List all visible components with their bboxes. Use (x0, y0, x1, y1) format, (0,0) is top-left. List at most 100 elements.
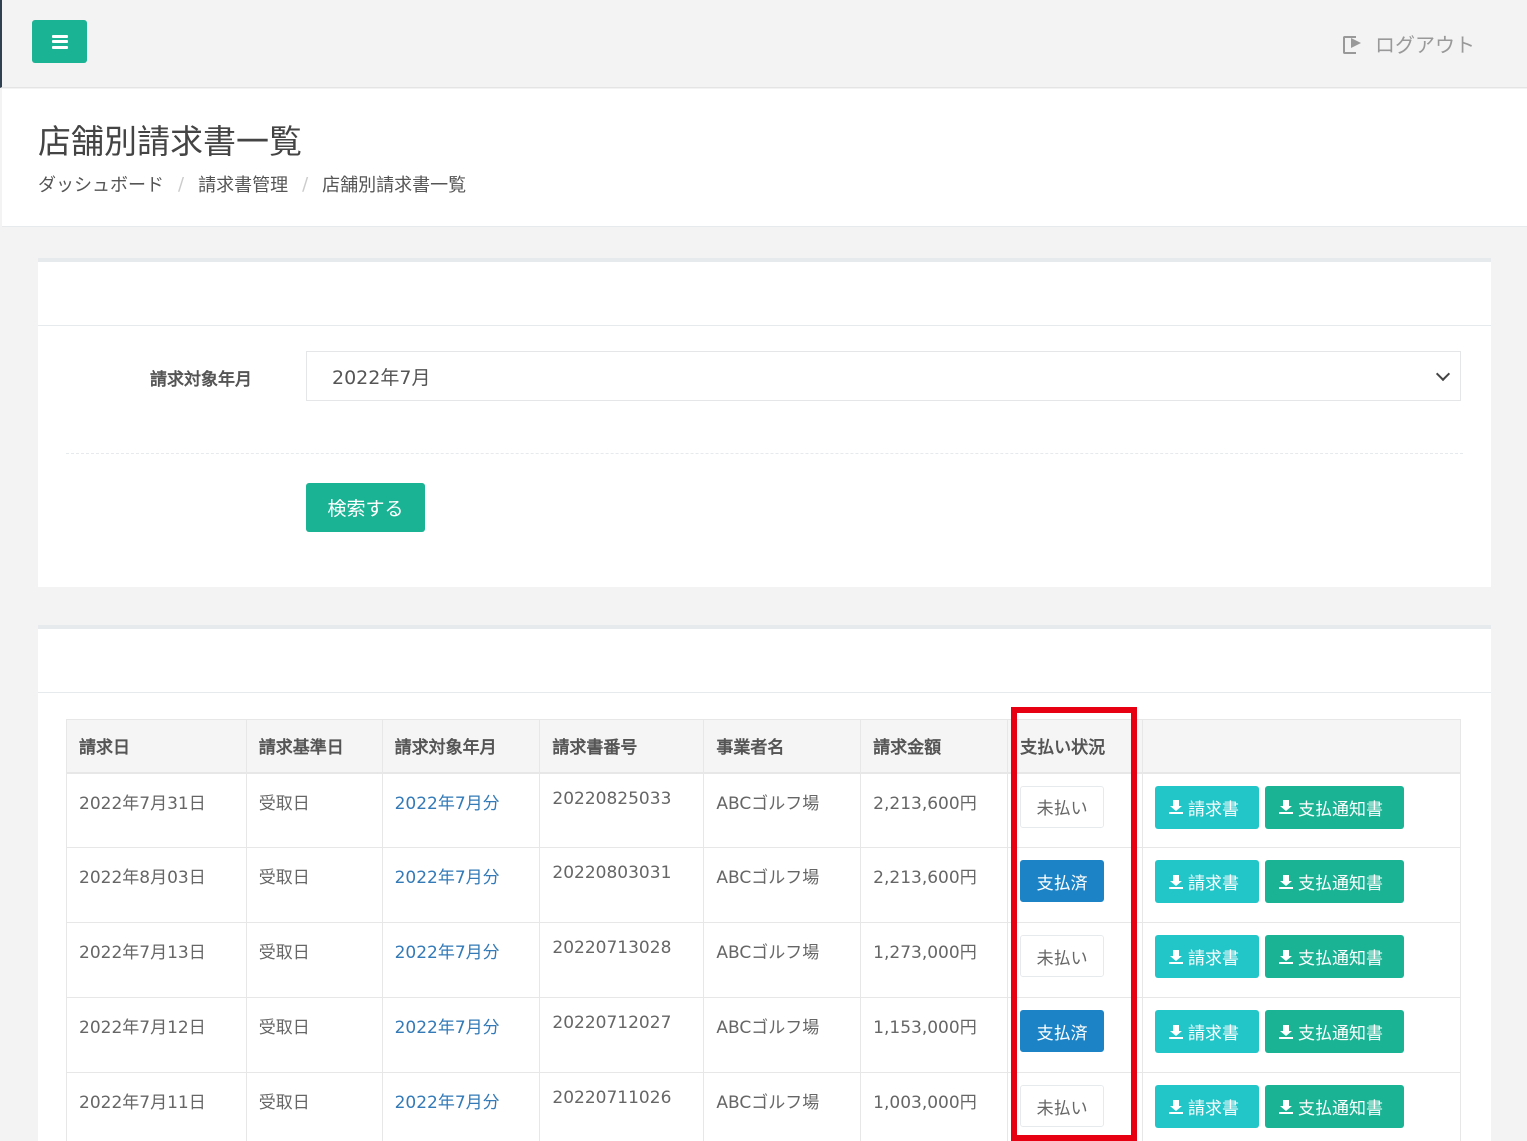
status-cell: 支払済 (1007, 847, 1144, 923)
search-panel: 請求対象年月 2022年7月 検索する (38, 258, 1491, 587)
download-icon (1279, 800, 1294, 814)
company-name: ABCゴルフ場 (703, 847, 862, 923)
menu-toggle-button[interactable] (32, 20, 87, 63)
download-icon (1279, 1024, 1294, 1039)
download-invoice-button[interactable]: 請求書 (1155, 1085, 1260, 1128)
actions-cell: 請求書 支払通知書 (1142, 847, 1461, 923)
page-title: 店舗別請求書一覧 (38, 122, 302, 161)
target-month-link[interactable]: 2022年7月分 (381, 1072, 541, 1141)
download-invoice-button[interactable]: 請求書 (1155, 1010, 1260, 1053)
search-button[interactable]: 検索する (306, 483, 425, 532)
base-date: 受取日 (245, 847, 383, 923)
target-month-link[interactable]: 2022年7月分 (381, 772, 541, 848)
download-notice-button[interactable]: 支払通知書 (1265, 1010, 1405, 1053)
download-icon (1169, 874, 1184, 889)
column-header[interactable]: 請求日 (66, 719, 247, 774)
status-cell: 未払い (1007, 922, 1144, 998)
base-date: 受取日 (245, 772, 383, 848)
table-row: 2022年7月12日 受取日 2022年7月分 20220712027 ABCゴ… (66, 997, 1461, 1073)
invoice-label: 請求書 (1188, 949, 1240, 968)
target-month-link[interactable]: 2022年7月分 (381, 922, 541, 998)
invoice-date: 2022年7月11日 (66, 1072, 247, 1141)
download-invoice-button[interactable]: 請求書 (1155, 785, 1260, 829)
target-month-select[interactable]: 2022年7月 (306, 351, 1461, 401)
invoice-amount: 2,213,600円 (860, 847, 1009, 923)
status-cell: 未払い (1007, 772, 1144, 848)
column-header[interactable]: 請求金額 (860, 719, 1009, 774)
invoice-number: 20220803031 (539, 847, 705, 923)
invoice-amount: 1,153,000円 (860, 997, 1009, 1073)
payment-status-button[interactable]: 未払い (1020, 785, 1105, 828)
table-row: 2022年7月31日 受取日 2022年7月分 20220825033 ABCゴ… (66, 772, 1461, 848)
actions-cell: 請求書 支払通知書 (1142, 772, 1461, 848)
actions-cell: 請求書 支払通知書 (1142, 922, 1461, 998)
invoice-date: 2022年7月12日 (66, 997, 247, 1073)
download-icon (1169, 949, 1184, 964)
download-notice-button[interactable]: 支払通知書 (1265, 860, 1405, 903)
invoice-label: 請求書 (1188, 1099, 1240, 1118)
payment-status-button[interactable]: 支払済 (1020, 1010, 1105, 1052)
search-panel-header (38, 262, 1491, 326)
actions-cell: 請求書 支払通知書 (1142, 997, 1461, 1073)
notice-label: 支払通知書 (1298, 1024, 1384, 1043)
page-header: 店舗別請求書一覧 ダッシュボード / 請求書管理 / 店舗別請求書一覧 (2, 89, 1527, 227)
invoice-amount: 1,003,000円 (860, 1072, 1009, 1141)
hamburger-icon (51, 34, 68, 49)
chevron-down-icon (1435, 366, 1451, 382)
download-notice-button[interactable]: 支払通知書 (1265, 935, 1405, 978)
download-notice-button[interactable]: 支払通知書 (1265, 785, 1405, 829)
invoice-number: 20220825033 (539, 772, 705, 848)
column-header[interactable]: 支払い状況 (1007, 719, 1144, 774)
table-row: 2022年7月11日 受取日 2022年7月分 20220711026 ABCゴ… (66, 1072, 1461, 1141)
invoice-amount: 1,273,000円 (860, 922, 1009, 998)
download-icon (1279, 949, 1294, 964)
invoice-amount: 2,213,600円 (860, 772, 1009, 848)
target-month-link[interactable]: 2022年7月分 (381, 847, 541, 923)
notice-label: 支払通知書 (1298, 799, 1384, 819)
list-panel-header (38, 629, 1491, 693)
base-date: 受取日 (245, 922, 383, 998)
status-cell: 未払い (1007, 1072, 1144, 1141)
form-divider (66, 453, 1463, 454)
notice-label: 支払通知書 (1298, 1099, 1384, 1118)
base-date: 受取日 (245, 997, 383, 1073)
invoice-label: 請求書 (1188, 799, 1240, 819)
breadcrumb-invoice-management[interactable]: 請求書管理 (198, 171, 288, 197)
download-notice-button[interactable]: 支払通知書 (1265, 1085, 1405, 1128)
target-month-label: 請求対象年月 (150, 370, 252, 390)
invoice-list-panel: 請求日 請求基準日 請求対象年月 請求書番号 事業者名 請求金額 支払い状況 2… (38, 625, 1491, 1141)
table-row: 2022年7月13日 受取日 2022年7月分 20220713028 ABCゴ… (66, 922, 1461, 998)
download-invoice-button[interactable]: 請求書 (1155, 935, 1260, 978)
logout-label: ログアウト (1375, 32, 1475, 57)
breadcrumb-separator: / (302, 173, 309, 195)
target-month-link[interactable]: 2022年7月分 (381, 997, 541, 1073)
breadcrumb-current: 店舗別請求書一覧 (322, 175, 467, 196)
base-date: 受取日 (245, 1072, 383, 1141)
invoice-label: 請求書 (1188, 1024, 1240, 1043)
download-icon (1169, 1099, 1184, 1114)
status-cell: 支払済 (1007, 997, 1144, 1073)
download-invoice-button[interactable]: 請求書 (1155, 860, 1260, 903)
breadcrumb: ダッシュボード / 請求書管理 / 店舗別請求書一覧 (38, 171, 466, 197)
target-month-value: 2022年7月 (332, 366, 431, 389)
company-name: ABCゴルフ場 (703, 997, 862, 1073)
breadcrumb-dashboard[interactable]: ダッシュボード (38, 171, 164, 197)
notice-label: 支払通知書 (1298, 949, 1384, 968)
payment-status-button[interactable]: 支払済 (1020, 860, 1105, 902)
payment-status-button[interactable]: 未払い (1020, 935, 1105, 977)
logout-link[interactable]: ログアウト (1343, 28, 1475, 58)
sign-out-icon (1343, 34, 1363, 54)
company-name: ABCゴルフ場 (703, 772, 862, 848)
column-header[interactable]: 請求対象年月 (381, 719, 541, 774)
column-header[interactable]: 事業者名 (703, 719, 862, 774)
top-navbar: ログアウト (0, 0, 1527, 88)
invoice-date: 2022年8月03日 (66, 847, 247, 923)
column-header[interactable]: 請求書番号 (539, 719, 705, 774)
invoice-date: 2022年7月31日 (66, 772, 247, 848)
invoice-label: 請求書 (1188, 874, 1240, 893)
column-header[interactable]: 請求基準日 (245, 719, 383, 774)
invoice-number: 20220711026 (539, 1072, 705, 1141)
payment-status-button[interactable]: 未払い (1020, 1085, 1105, 1127)
download-icon (1169, 800, 1184, 814)
invoice-table: 請求日 請求基準日 請求対象年月 請求書番号 事業者名 請求金額 支払い状況 2… (66, 719, 1461, 1141)
